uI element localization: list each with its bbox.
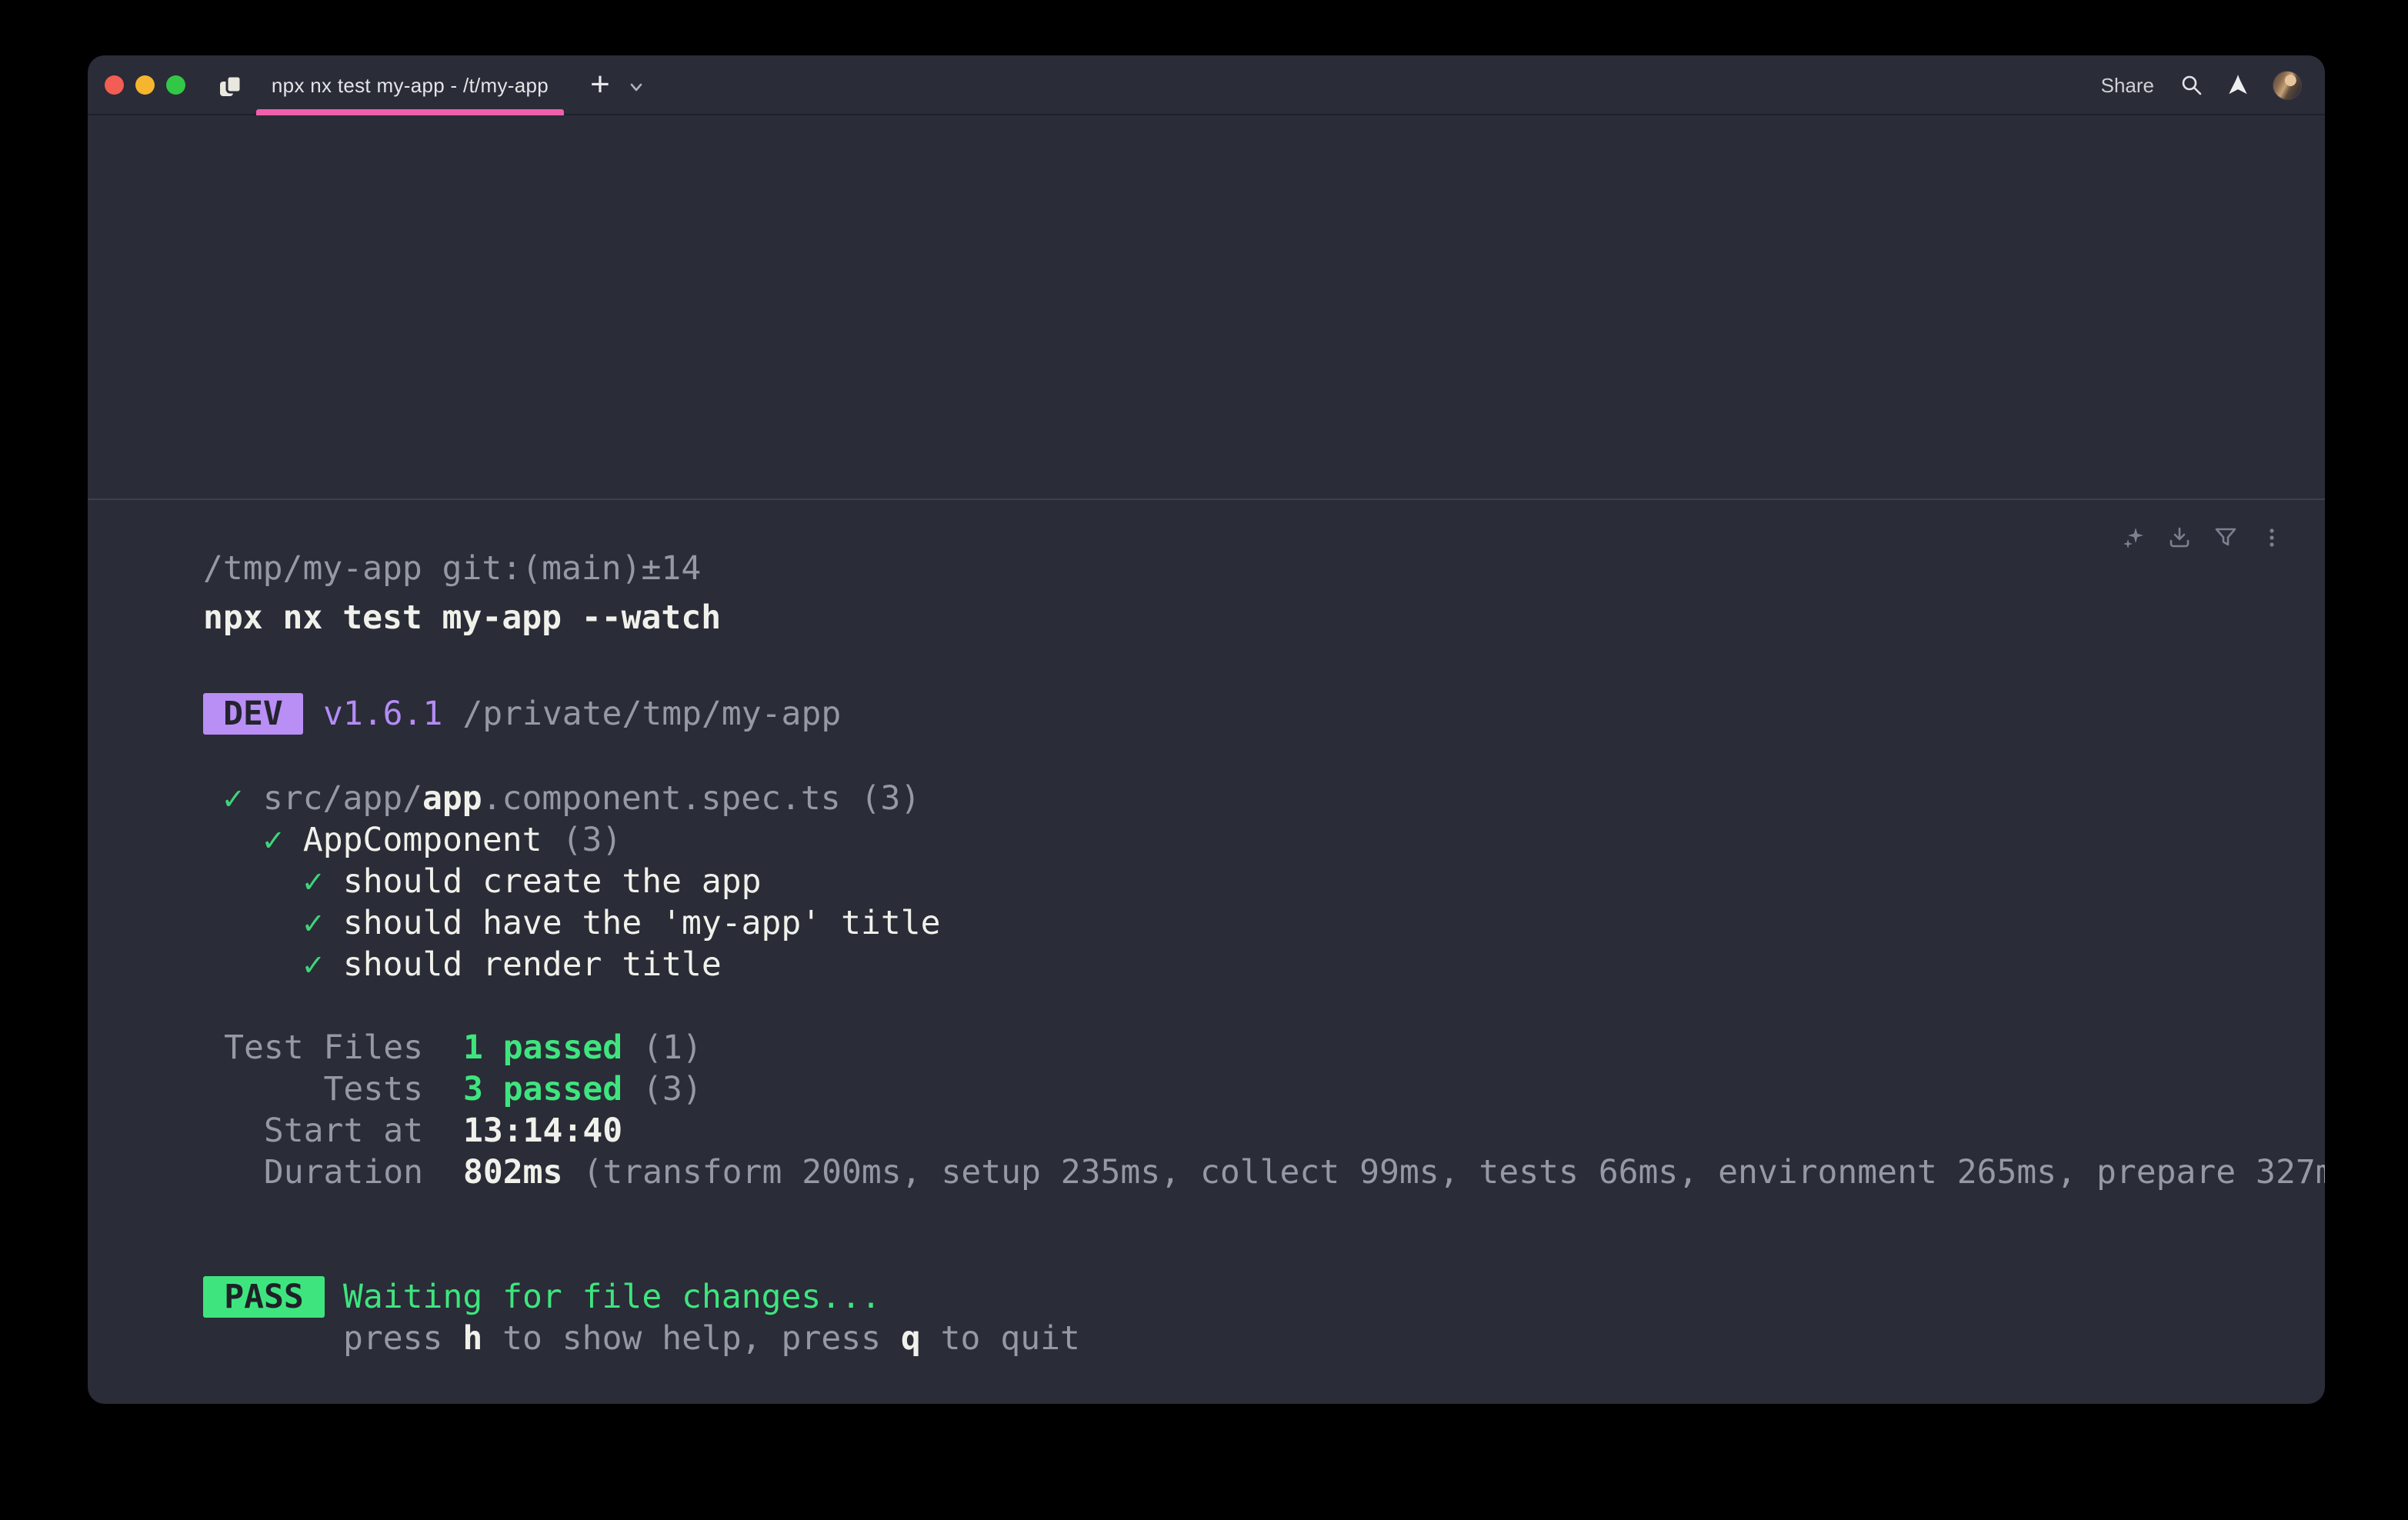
waiting-message: Waiting for file changes... bbox=[343, 1276, 881, 1318]
summary-tests-row: Tests 3 passed(3) bbox=[203, 1068, 2325, 1110]
key-q: q bbox=[901, 1319, 921, 1358]
shell-prompt: /tmp/my-app git:(main)±14 bbox=[203, 548, 721, 589]
vitest-header: DEV v1.6.1 /private/tmp/my-app bbox=[203, 693, 841, 735]
keyboard-hint-row: press h to show help, press q to quit bbox=[203, 1318, 1080, 1359]
project-path: /private/tmp/my-app bbox=[462, 693, 841, 735]
zoom-window-button[interactable] bbox=[166, 75, 185, 95]
search-icon[interactable] bbox=[2180, 74, 2203, 97]
check-icon: ✓ bbox=[223, 779, 243, 818]
pass-badge: PASS bbox=[203, 1276, 325, 1318]
test-file-row: ✓src/app/app.component.spec.ts(3) bbox=[203, 778, 941, 819]
titlebar-actions: Share bbox=[2101, 55, 2302, 115]
tab-active[interactable]: npx nx test my-app - /t/my-app bbox=[256, 55, 564, 115]
key-h: h bbox=[462, 1319, 482, 1358]
new-tab-button[interactable]: + bbox=[577, 65, 623, 108]
sparkles-ai-icon[interactable] bbox=[2122, 526, 2145, 549]
check-icon: ✓ bbox=[263, 821, 283, 859]
command-block[interactable]: /tmp/my-app git:(main)±14 npx nx test my… bbox=[203, 548, 721, 638]
test-results-tree: ✓src/app/app.component.spec.ts(3) ✓AppCo… bbox=[203, 778, 941, 985]
vitest-version: v1.6.1 bbox=[323, 693, 442, 735]
share-button[interactable]: Share bbox=[2101, 74, 2154, 98]
test-summary: Test Files 1 passed(1) Tests 3 passed(3)… bbox=[203, 1027, 2325, 1193]
titlebar: npx nx test my-app - /t/my-app + Share bbox=[88, 55, 2325, 115]
block-divider bbox=[88, 498, 2325, 500]
summary-test-files-row: Test Files 1 passed(1) bbox=[203, 1027, 2325, 1068]
window-controls bbox=[105, 75, 185, 95]
tab-pages-icon[interactable] bbox=[217, 72, 245, 100]
check-icon: ✓ bbox=[303, 904, 323, 942]
warp-logo-icon[interactable] bbox=[2226, 74, 2250, 97]
terminal-window: npx nx test my-app - /t/my-app + Share bbox=[88, 55, 2325, 1404]
test-case-row: ✓should have the 'my-app' title bbox=[203, 902, 941, 944]
test-suite-row: ✓AppComponent(3) bbox=[203, 819, 941, 861]
close-window-button[interactable] bbox=[105, 75, 124, 95]
tab-title: npx nx test my-app - /t/my-app bbox=[272, 74, 549, 98]
filter-icon[interactable] bbox=[2214, 526, 2237, 549]
test-case-row: ✓should create the app bbox=[203, 861, 941, 902]
download-icon[interactable] bbox=[2168, 526, 2191, 549]
summary-start-at-row: Start at 13:14:40 bbox=[203, 1110, 2325, 1152]
active-tab-indicator bbox=[256, 109, 564, 115]
kebab-menu-icon[interactable] bbox=[2260, 526, 2283, 549]
watch-status: PASS Waiting for file changes... press h… bbox=[203, 1276, 1080, 1359]
block-toolbar bbox=[2122, 526, 2283, 549]
test-case-row: ✓should render title bbox=[203, 944, 941, 985]
command-text: npx nx test my-app --watch bbox=[203, 597, 721, 638]
summary-duration-row: Duration 802ms(transform 200ms, setup 23… bbox=[203, 1152, 2325, 1193]
chevron-down-icon[interactable] bbox=[628, 78, 645, 95]
pass-status-row: PASS Waiting for file changes... bbox=[203, 1276, 1080, 1318]
dev-badge: DEV bbox=[203, 693, 303, 735]
user-avatar[interactable] bbox=[2273, 71, 2302, 100]
check-icon: ✓ bbox=[303, 862, 323, 901]
check-icon: ✓ bbox=[303, 945, 323, 984]
minimize-window-button[interactable] bbox=[135, 75, 155, 95]
